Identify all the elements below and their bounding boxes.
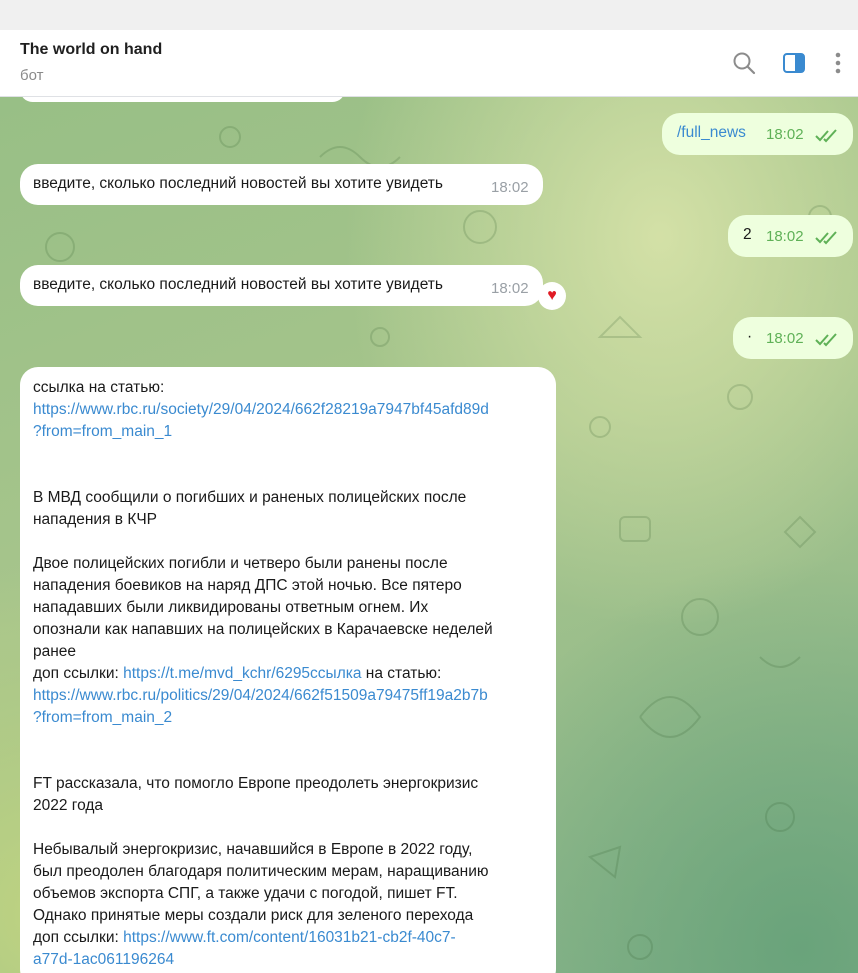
message-time: 18:02 bbox=[766, 330, 804, 347]
chat-header[interactable]: The world on hand бот bbox=[0, 30, 858, 97]
message-time: 18:02 bbox=[491, 280, 529, 297]
extra-link-ft-continued[interactable]: a77d-1ac061196264 bbox=[33, 949, 548, 971]
extra-links-label: доп ссылки: bbox=[33, 929, 124, 946]
news-title: FT рассказала, что помогло Европе преодо… bbox=[33, 775, 479, 792]
search-icon[interactable] bbox=[731, 50, 757, 76]
news-body: был преодолен благодаря политическим мер… bbox=[33, 863, 489, 880]
article-link-1[interactable]: https://www.rbc.ru/society/29/04/2024/66… bbox=[33, 399, 548, 421]
outgoing-message[interactable]: 2 18:02 bbox=[728, 215, 853, 257]
message-time: 18:02 bbox=[491, 179, 529, 196]
sidebar-toggle-icon[interactable] bbox=[781, 50, 807, 76]
read-checkmarks-icon bbox=[815, 333, 837, 347]
news-body: опознали как напавших на полицейских в К… bbox=[33, 621, 493, 638]
extra-link-telegram[interactable]: https://t.me/mvd_kchr/6295ссылка bbox=[123, 665, 361, 682]
extra-link-ft[interactable]: https://www.ft.com/content/16031b21-cb2f… bbox=[123, 929, 456, 946]
intro-text: ссылка на статью: bbox=[33, 379, 165, 396]
message-text: · bbox=[747, 328, 753, 345]
extra-links-label: доп ссылки: bbox=[33, 665, 124, 682]
read-checkmarks-icon bbox=[815, 129, 837, 143]
outgoing-message[interactable]: · 18:02 bbox=[733, 317, 853, 359]
heart-reaction-icon[interactable]: ♥ bbox=[538, 282, 566, 310]
outgoing-message[interactable]: /full_news 18:02 bbox=[662, 113, 853, 155]
message-text: 2 bbox=[743, 226, 752, 243]
news-body: ранее bbox=[33, 643, 77, 660]
chat-area[interactable]: /full_news 18:02 введите, сколько послед… bbox=[0, 97, 858, 973]
read-checkmarks-icon bbox=[815, 231, 837, 245]
message-text: введите, сколько последний новостей вы х… bbox=[33, 175, 443, 192]
news-body: Небывалый энергокризис, начавшийся в Евр… bbox=[33, 841, 473, 858]
message-time: 18:02 bbox=[766, 126, 804, 143]
news-body: нападавших были ликвидированы ответным о… bbox=[33, 599, 429, 616]
incoming-message[interactable]: введите, сколько последний новостей вы х… bbox=[20, 265, 543, 306]
bot-command-link[interactable]: /full_news bbox=[677, 124, 746, 142]
previous-message-bubble[interactable] bbox=[20, 97, 345, 102]
extra-link-suffix: на статью: bbox=[361, 665, 442, 682]
more-vertical-icon[interactable] bbox=[825, 50, 849, 76]
article-link-2-continued[interactable]: ?from=from_main_2 bbox=[33, 707, 548, 729]
chat-title[interactable]: The world on hand bbox=[20, 41, 162, 59]
message-text: введите, сколько последний новостей вы х… bbox=[33, 276, 443, 293]
news-article-message[interactable]: ссылка на статью: https://www.rbc.ru/soc… bbox=[20, 367, 556, 973]
news-body: Двое полицейских погибли и четверо были … bbox=[33, 555, 448, 572]
chat-subtitle: бот bbox=[20, 67, 44, 84]
message-time: 18:02 bbox=[766, 228, 804, 245]
window-top-strip bbox=[0, 0, 858, 30]
news-title: нападения в КЧР bbox=[33, 511, 158, 528]
news-body: нападения боевиков на наряд ДПС этой ноч… bbox=[33, 577, 462, 594]
news-body: Однако принятые меры создали риск для зе… bbox=[33, 907, 474, 924]
article-link-2[interactable]: https://www.rbc.ru/politics/29/04/2024/6… bbox=[33, 685, 548, 707]
extra-links-line: доп ссылки: https://www.ft.com/content/1… bbox=[33, 927, 548, 949]
article-link-1-continued[interactable]: ?from=from_main_1 bbox=[33, 421, 548, 443]
news-body: объемов экспорта СПГ, а также удачи с по… bbox=[33, 885, 458, 902]
news-title: В МВД сообщили о погибших и раненых поли… bbox=[33, 489, 467, 506]
news-title: 2022 года bbox=[33, 797, 104, 814]
incoming-message[interactable]: введите, сколько последний новостей вы х… bbox=[20, 164, 543, 205]
extra-links-line: доп ссылки: https://t.me/mvd_kchr/6295сс… bbox=[33, 663, 548, 685]
